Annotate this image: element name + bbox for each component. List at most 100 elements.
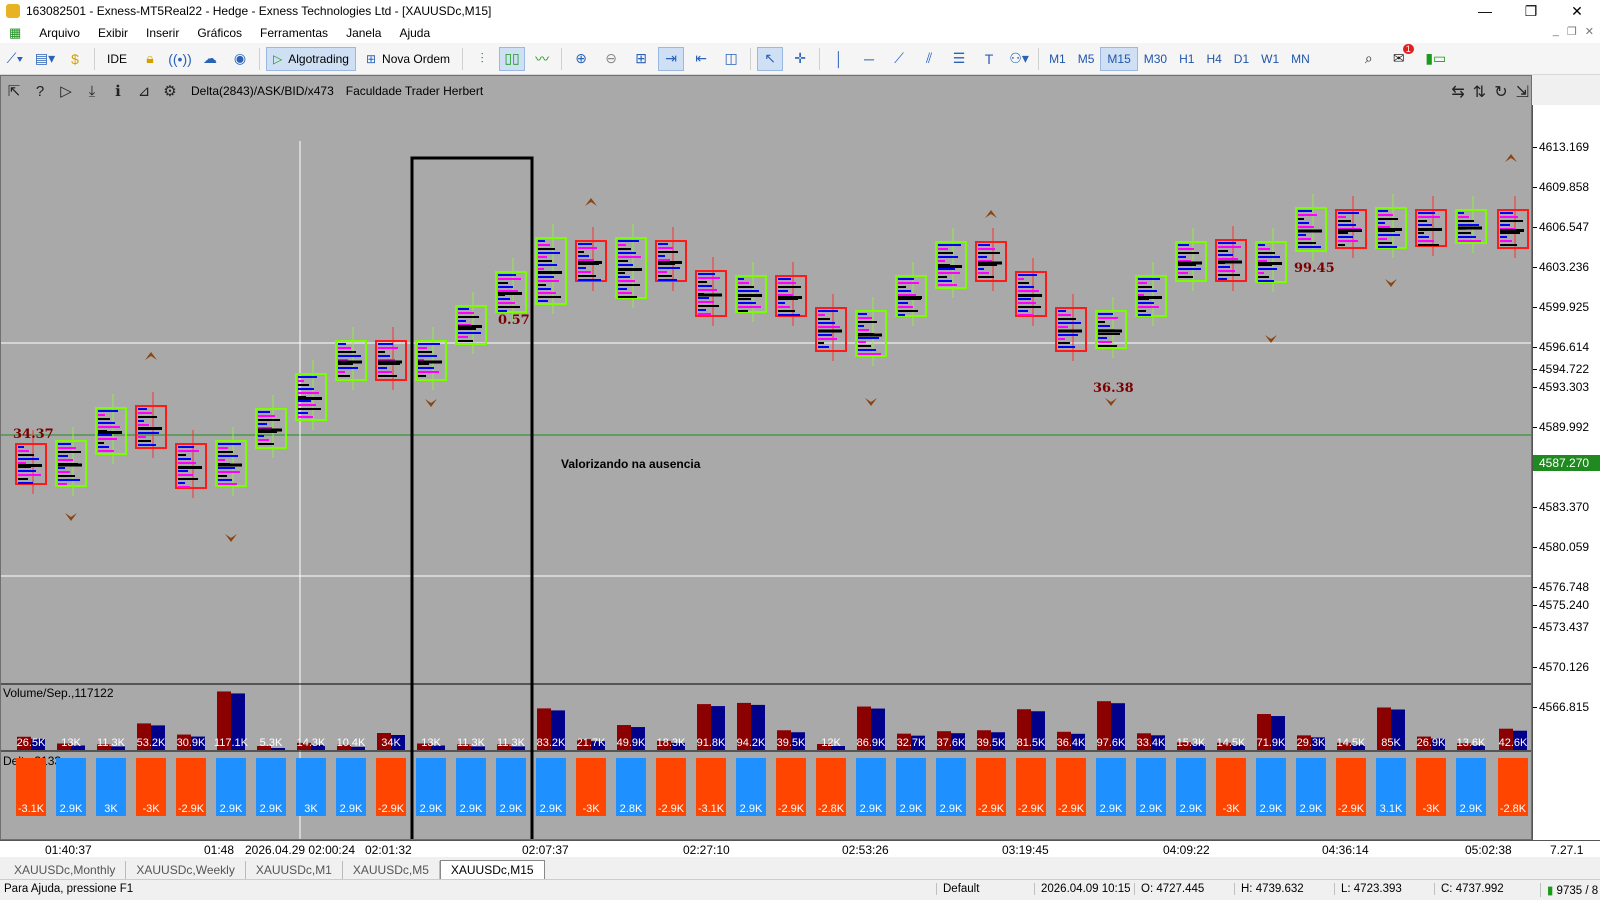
- tab-m5[interactable]: XAUUSDc,M5: [343, 861, 440, 879]
- reset-icon[interactable]: ↻: [1494, 82, 1507, 102]
- footprint-level-bar: [138, 432, 159, 434]
- menu-exibir[interactable]: Exibir: [89, 26, 137, 40]
- footprint-level-bar: [18, 462, 26, 464]
- chart-trade-icon[interactable]: ⇱: [1, 82, 27, 100]
- vertical-line-icon[interactable]: │: [826, 47, 852, 71]
- footprint-level-bar: [458, 308, 469, 310]
- tab-weekly[interactable]: XAUUSDc,Weekly: [126, 861, 246, 879]
- poc-line: [1018, 294, 1042, 297]
- tab-m15[interactable]: XAUUSDc,M15: [439, 860, 545, 879]
- bar-chart-icon[interactable]: ⫶: [469, 47, 495, 71]
- line-chart-icon[interactable]: 〰: [529, 47, 555, 71]
- fibonacci-icon[interactable]: ☰: [946, 47, 972, 71]
- autoscroll-icon[interactable]: ⇥: [658, 46, 685, 71]
- timeframe-mn[interactable]: MN: [1285, 47, 1316, 71]
- footprint-level-bar: [538, 240, 545, 242]
- footprint-level-bar: [58, 483, 67, 485]
- market-icon[interactable]: $: [62, 47, 88, 71]
- footprint-level-bar: [618, 260, 628, 262]
- timeframe-m30[interactable]: M30: [1138, 47, 1173, 71]
- price-tick-label: 4575.240: [1539, 598, 1590, 612]
- zoom-out-icon[interactable]: ⊖: [598, 47, 624, 71]
- volume-value-label: 10.4K: [337, 737, 366, 749]
- footprint-level-bar: [1298, 234, 1306, 236]
- footprint-level-bar: [218, 479, 232, 481]
- menu-inserir[interactable]: Inserir: [137, 26, 188, 40]
- collapse-icon[interactable]: ⇲: [1516, 82, 1529, 102]
- tab-monthly[interactable]: XAUUSDc,Monthly: [4, 861, 127, 879]
- menu-arquivo[interactable]: Arquivo: [30, 26, 89, 40]
- footprint-level-bar: [178, 446, 194, 448]
- swap-arrows-icon[interactable]: ⇆: [1451, 82, 1464, 102]
- footprint-level-bar: [538, 256, 547, 258]
- footprint-level-bar: [58, 479, 80, 481]
- price-axis[interactable]: 4613.169 4609.858 4606.547 4603.236 4599.925…: [1532, 105, 1600, 840]
- play-triangle-icon[interactable]: ▷: [53, 82, 79, 100]
- footprint-level-bar: [618, 244, 626, 246]
- chart-window[interactable]: 34.37 0.57 99.45 36.38 Valorizando na ausenc…: [0, 75, 1532, 840]
- new-chart-icon[interactable]: ⟋▾: [2, 47, 28, 71]
- lock-icon[interactable]: 🔒︎: [137, 47, 163, 71]
- chart-shift-icon[interactable]: ⇤: [688, 47, 714, 71]
- poc-line: [898, 296, 922, 299]
- menu-ajuda[interactable]: Ajuda: [390, 26, 439, 40]
- cursor-icon[interactable]: ↖: [757, 46, 784, 71]
- crosshair-icon[interactable]: ✛: [787, 47, 813, 71]
- volume-value-label: 14.5K: [1337, 737, 1366, 749]
- footprint-level-bar: [738, 298, 751, 300]
- vps-icon[interactable]: ◉: [227, 47, 253, 71]
- timeframe-w1[interactable]: W1: [1255, 47, 1285, 71]
- footprint-level-bar: [1298, 242, 1316, 244]
- timeframe-m15[interactable]: M15: [1100, 46, 1138, 71]
- help-icon[interactable]: ?: [27, 83, 53, 100]
- timeframe-m5[interactable]: M5: [1072, 47, 1101, 71]
- search-icon[interactable]: ⌕: [1356, 47, 1382, 71]
- screenshot-icon[interactable]: ◫: [718, 47, 744, 71]
- notifications-icon[interactable]: ✉ 1: [1386, 43, 1414, 71]
- timeframe-d1[interactable]: D1: [1228, 47, 1255, 71]
- download-icon[interactable]: ⤓: [79, 83, 105, 100]
- algotrading-button[interactable]: ▷ Algotrading: [266, 46, 356, 71]
- menu-janela[interactable]: Janela: [337, 26, 390, 40]
- menu-graficos[interactable]: Gráficos: [188, 26, 251, 40]
- timeframe-h1[interactable]: H1: [1173, 47, 1200, 71]
- child-close-icon[interactable]: ✕: [1585, 25, 1594, 38]
- timeframe-m1[interactable]: M1: [1043, 47, 1072, 71]
- signals-icon[interactable]: ((•)): [167, 47, 193, 71]
- tab-m1[interactable]: XAUUSDc,M1: [246, 861, 343, 879]
- child-minimize-icon[interactable]: _: [1553, 25, 1559, 38]
- cloud-icon[interactable]: ☁: [197, 47, 223, 71]
- restore-button[interactable]: ❐: [1508, 0, 1554, 22]
- poc-line: [338, 360, 362, 364]
- grid-icon[interactable]: ⊞: [628, 47, 654, 71]
- info-icon[interactable]: ℹ: [105, 82, 131, 100]
- minimize-button[interactable]: —: [1462, 0, 1508, 22]
- channel-icon[interactable]: ⫽: [916, 47, 942, 71]
- updown-arrows-icon[interactable]: ⇅: [1473, 82, 1486, 102]
- horizontal-line-icon[interactable]: ─: [856, 47, 882, 71]
- footprint-level-bar: [1458, 212, 1464, 214]
- footprint-level-bar: [138, 420, 144, 422]
- close-button[interactable]: ✕: [1554, 0, 1600, 22]
- nova-ordem-button[interactable]: ⊞ Nova Ordem: [360, 47, 456, 71]
- shapes-icon[interactable]: ⚇▾: [1006, 47, 1032, 71]
- child-restore-icon[interactable]: ❐: [1567, 25, 1577, 38]
- settings-icon[interactable]: ⚙: [157, 82, 183, 100]
- poc-line: [818, 329, 842, 333]
- chart-menu-icon[interactable]: ▦: [0, 25, 30, 41]
- footprint-level-bar: [498, 290, 518, 292]
- trendline-icon[interactable]: ⟋: [886, 47, 912, 71]
- footprint-level-bar: [1378, 218, 1398, 220]
- zoom-in-icon[interactable]: ⊕: [568, 47, 594, 71]
- time-axis[interactable]: 01:40:37 01:48 2026.04.29 02:00:24 02:01:32…: [0, 840, 1600, 857]
- status-profile[interactable]: Default: [936, 883, 979, 895]
- footprint-level-bar: [1258, 272, 1264, 274]
- menu-ferramentas[interactable]: Ferramentas: [251, 26, 337, 40]
- templates-icon[interactable]: ▤▾: [32, 47, 58, 71]
- text-icon[interactable]: T: [976, 47, 1002, 71]
- timeframe-h4[interactable]: H4: [1200, 47, 1227, 71]
- ide-button[interactable]: IDE: [101, 47, 133, 71]
- indicator-icon[interactable]: ⊿: [131, 82, 157, 100]
- candles-icon[interactable]: ▯▯: [499, 46, 526, 71]
- chart-canvas[interactable]: 34.37 0.57 99.45 36.38 Valorizando na ausenc…: [1, 76, 1532, 840]
